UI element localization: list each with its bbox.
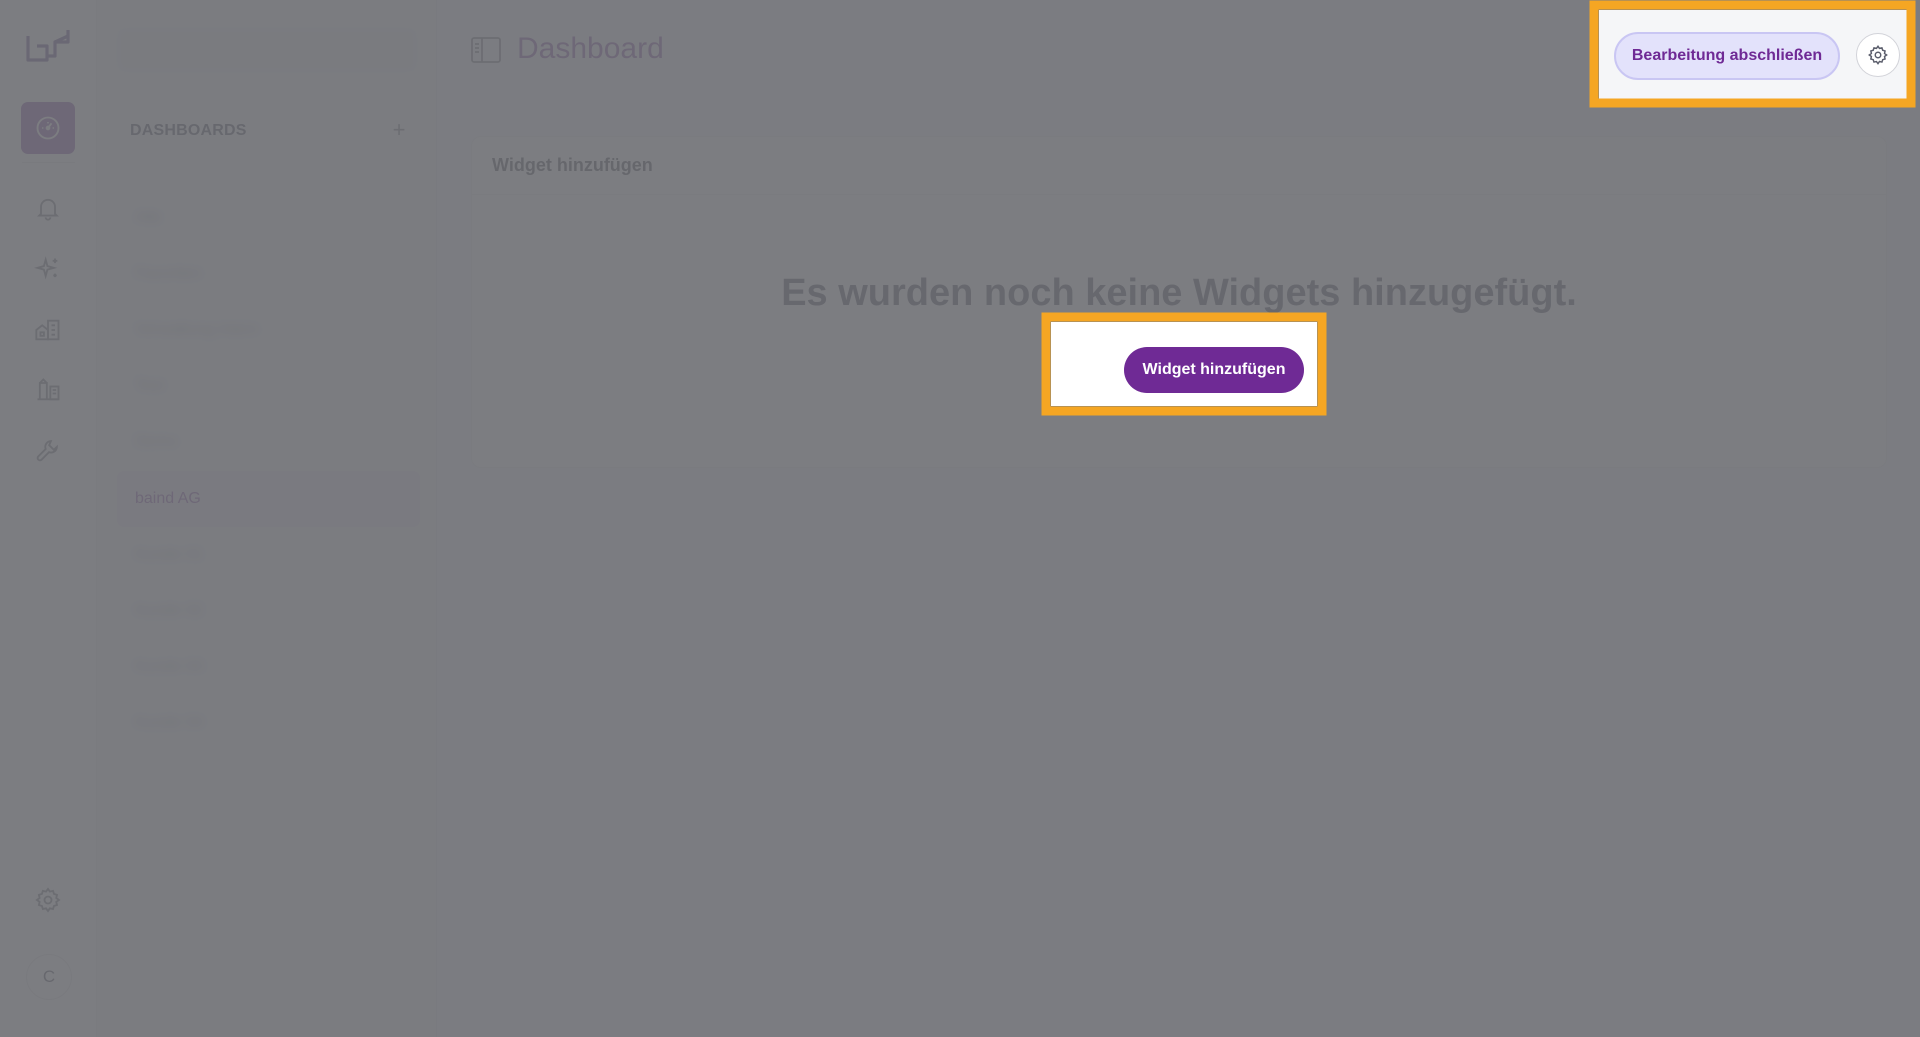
rail-item-buildings[interactable]: [21, 304, 75, 356]
card-header: Widget hinzufügen: [472, 137, 1886, 195]
rail-item-notifications[interactable]: [21, 182, 75, 234]
dashboard-item[interactable]: Kunde 01: [117, 527, 420, 583]
logo-icon[interactable]: [25, 26, 71, 66]
dashboard-item[interactable]: Alle: [117, 190, 420, 246]
dashboard-item[interactable]: Verwaltung intern: [117, 302, 420, 358]
dashboard-item[interactable]: Kunde 03: [117, 639, 420, 695]
rail-item-settings[interactable]: [21, 874, 75, 926]
wrench-icon: [36, 440, 58, 462]
dashboard-item[interactable]: Demo: [117, 414, 420, 470]
add-dashboard-button[interactable]: +: [387, 118, 411, 142]
sidebar-toggle-icon[interactable]: [470, 36, 502, 64]
gear-icon: [35, 887, 61, 913]
dashboard-item[interactable]: Kunde 02: [117, 583, 420, 639]
main-content: Dashboard Bearbeitung abschließen Widget…: [437, 0, 1920, 1037]
dashboard-settings-button[interactable]: [1856, 33, 1900, 77]
rail-item-tools[interactable]: [21, 425, 75, 477]
widget-card: Widget hinzufügen Es wurden noch keine W…: [471, 136, 1887, 468]
dashboards-sidebar: DASHBOARDS + Alle Favoriten Verwaltung i…: [97, 0, 437, 1037]
dashboard-item[interactable]: Kunde 04: [117, 695, 420, 751]
empty-state-text: Es wurden noch keine Widgets hinzugefügt…: [781, 272, 1577, 314]
rail-item-ai[interactable]: [21, 243, 75, 295]
page-title: Dashboard: [517, 32, 664, 65]
dashboard-item-active[interactable]: baind AG: [117, 471, 420, 527]
add-widget-button[interactable]: Widget hinzufügen: [1124, 347, 1304, 393]
rail-item-dashboards[interactable]: [21, 102, 75, 154]
gear-icon: [1868, 45, 1888, 65]
app: C DASHBOARDS + Alle Favoriten Verwaltung…: [0, 0, 1920, 1037]
finish-editing-button[interactable]: Bearbeitung abschließen: [1614, 32, 1840, 80]
dashboard-icon: [36, 116, 60, 140]
sparkles-icon: [34, 256, 58, 280]
buildings-icon: [35, 319, 60, 341]
rail-item-lab[interactable]: [21, 364, 75, 416]
dashboard-item[interactable]: Test: [117, 358, 420, 414]
bell-icon: [36, 198, 60, 221]
lab-icon: [37, 378, 60, 401]
icon-rail: C: [0, 0, 97, 1037]
avatar[interactable]: C: [26, 954, 72, 1000]
dashboard-item[interactable]: Favoriten: [117, 246, 420, 302]
blurred-search: [117, 28, 417, 72]
section-title: DASHBOARDS: [130, 122, 247, 139]
rail-divider: [22, 162, 75, 163]
